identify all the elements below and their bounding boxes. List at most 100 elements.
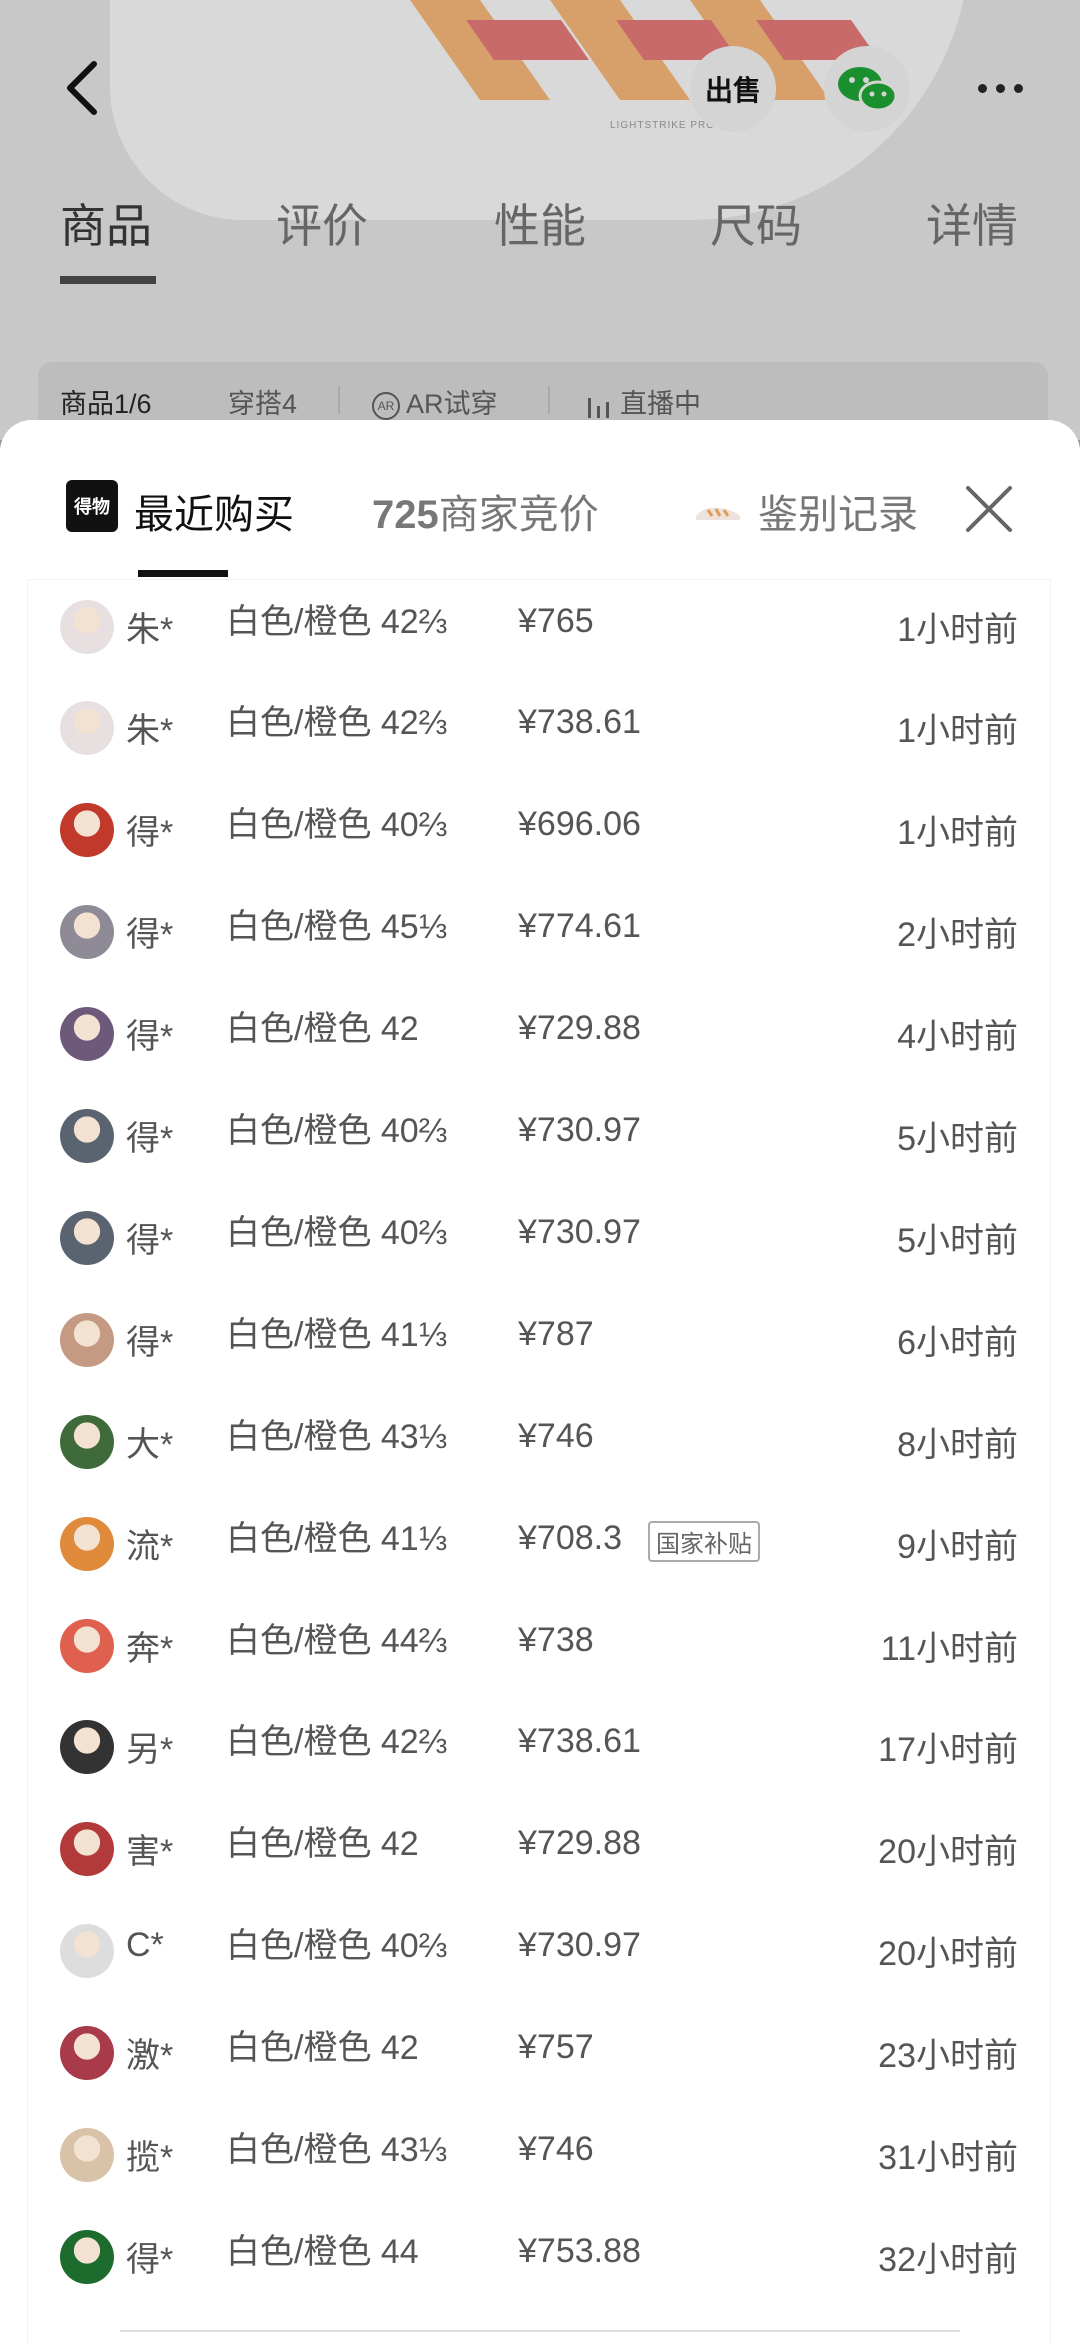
sub-tab-outfit[interactable]: 穿搭4 (228, 382, 297, 421)
buyer-name: 得* (126, 2241, 174, 2279)
purchase-spec: 白色/橙色 40⅔ (226, 1112, 448, 1150)
subsidy-badge: 国家补贴 (648, 1521, 760, 1562)
buyer-avatar (60, 2230, 114, 2284)
sub-tab-ar-label: AR试穿 (406, 389, 498, 419)
purchase-row: 得* 白色/橙色 42 ¥729.88 4小时前 (28, 987, 1050, 1087)
more-dot (977, 83, 987, 93)
purchase-spec: 白色/橙色 42⅔ (226, 704, 448, 742)
tab-merchant-bids[interactable]: 725商家竞价 (372, 482, 599, 540)
buyer-avatar (60, 1720, 114, 1774)
sub-tab-live[interactable]: 直播中 (586, 382, 701, 421)
top-nav: 出售 (0, 40, 1080, 140)
buyer-avatar (60, 905, 114, 959)
buyer-name: 得* (126, 1324, 174, 1362)
divider (548, 386, 550, 414)
page-tabs: 商品 评价 性能 尺码 详情 (0, 190, 1080, 284)
purchase-spec: 白色/橙色 42 (226, 2029, 419, 2067)
sub-tab-live-label: 直播中 (620, 389, 701, 419)
tab-reviews[interactable]: 评价 (276, 190, 368, 256)
purchase-spec: 白色/橙色 40⅔ (226, 806, 448, 844)
purchase-row: 揽* 白色/橙色 43⅓ ¥746 31小时前 (28, 2108, 1050, 2208)
tab-product[interactable]: 商品 (60, 190, 152, 256)
purchase-time: 31小时前 (878, 2139, 1018, 2177)
list-bottom-edge (120, 2330, 960, 2344)
purchase-spec: 白色/橙色 42 (226, 1825, 419, 1863)
purchase-row: 得* 白色/橙色 40⅔ ¥696.06 1小时前 (28, 783, 1050, 883)
buyer-name: 得* (126, 916, 174, 954)
back-button[interactable] (58, 58, 108, 118)
purchase-row: C* 白色/橙色 40⅔ ¥730.97 20小时前 (28, 1904, 1050, 2004)
tab-size[interactable]: 尺码 (710, 190, 802, 256)
purchase-spec: 白色/橙色 44⅔ (226, 1622, 448, 1660)
more-button[interactable] (960, 68, 1040, 108)
purchase-row: 朱* 白色/橙色 42⅔ ¥765 1小时前 (28, 580, 1050, 680)
purchase-time: 11小时前 (880, 1630, 1018, 1668)
buyer-avatar (60, 1007, 114, 1061)
tab-authentication-records[interactable]: 鉴别记录 (758, 482, 918, 540)
purchase-time: 17小时前 (878, 1731, 1018, 1769)
purchase-time: 5小时前 (897, 1222, 1018, 1260)
tab-recent-purchases[interactable]: 最近购买 (134, 482, 294, 540)
purchase-row: 得* 白色/橙色 41⅓ ¥787 6小时前 (28, 1293, 1050, 1393)
purchase-time: 1小时前 (897, 611, 1018, 649)
purchase-price: ¥730.97 (518, 1213, 641, 1251)
close-button[interactable] (962, 482, 1016, 536)
buyer-name: 流* (126, 1528, 174, 1566)
sheet-tabs: 得物 最近购买 725商家竞价 鉴别记录 (0, 420, 1080, 580)
purchase-spec: 白色/橙色 45⅓ (226, 908, 448, 946)
buyer-name: 害* (126, 1833, 174, 1871)
buyer-name: 朱* (126, 611, 174, 649)
buyer-name: 激* (126, 2037, 174, 2075)
purchase-price: ¥708.3 (518, 1519, 622, 1557)
purchase-price: ¥787 (518, 1315, 594, 1353)
purchase-row: 害* 白色/橙色 42 ¥729.88 20小时前 (28, 1802, 1050, 1902)
back-icon (67, 61, 97, 115)
purchase-price: ¥746 (518, 1417, 594, 1455)
divider (338, 386, 340, 414)
purchase-row: 朱* 白色/橙色 42⅔ ¥738.61 1小时前 (28, 681, 1050, 781)
bid-label: 商家竞价 (438, 493, 599, 537)
purchase-price: ¥757 (518, 2028, 594, 2066)
purchase-price: ¥753.88 (518, 2232, 641, 2270)
sell-button[interactable]: 出售 (690, 46, 776, 132)
buyer-name: 奔* (126, 1630, 174, 1668)
bid-count: 725 (372, 493, 439, 537)
buyer-avatar (60, 2128, 114, 2182)
buyer-name: 揽* (126, 2139, 174, 2177)
purchase-time: 8小时前 (897, 1426, 1018, 1464)
purchase-time: 5小时前 (897, 1120, 1018, 1158)
tab-details[interactable]: 详情 (926, 190, 1018, 256)
purchase-price: ¥765 (518, 602, 594, 640)
purchase-time: 20小时前 (878, 1833, 1018, 1871)
purchase-spec: 白色/橙色 44 (226, 2233, 419, 2271)
ar-icon: AR (372, 391, 400, 420)
purchase-time: 20小时前 (878, 1935, 1018, 1973)
purchase-spec: 白色/橙色 41⅓ (226, 1520, 448, 1558)
sub-tab-ar[interactable]: AR AR试穿 (372, 382, 498, 421)
sub-tab-product[interactable]: 商品1/6 (60, 382, 152, 421)
buyer-name: 得* (126, 1018, 174, 1056)
purchase-spec: 白色/橙色 43⅓ (226, 2131, 448, 2169)
buyer-avatar (60, 1109, 114, 1163)
buyer-avatar (60, 1619, 114, 1673)
tab-performance[interactable]: 性能 (494, 190, 586, 256)
close-icon (966, 486, 1012, 532)
purchase-price: ¥729.88 (518, 1824, 641, 1862)
buyer-avatar (60, 1517, 114, 1571)
purchase-time: 9小时前 (897, 1528, 1018, 1566)
purchase-list: 朱* 白色/橙色 42⅔ ¥765 1小时前 朱* 白色/橙色 42⅔ ¥738.61 1小时… (28, 580, 1050, 2345)
buyer-avatar (60, 701, 114, 755)
purchase-price: ¥738 (518, 1621, 594, 1659)
dewu-logo: 得物 (66, 480, 118, 532)
buyer-avatar (60, 1924, 114, 1978)
purchase-row: 得* 白色/橙色 40⅔ ¥730.97 5小时前 (28, 1089, 1050, 1189)
buyer-name: 大* (126, 1426, 174, 1464)
purchase-time: 2小时前 (897, 916, 1018, 954)
buyer-avatar (60, 2026, 114, 2080)
purchase-time: 1小时前 (897, 712, 1018, 750)
purchase-price: ¥774.61 (518, 907, 641, 945)
buyer-avatar (60, 1313, 114, 1367)
sell-label: 出售 (704, 75, 761, 106)
purchase-spec: 白色/橙色 43⅓ (226, 1418, 448, 1456)
wechat-share-button[interactable] (824, 46, 910, 132)
